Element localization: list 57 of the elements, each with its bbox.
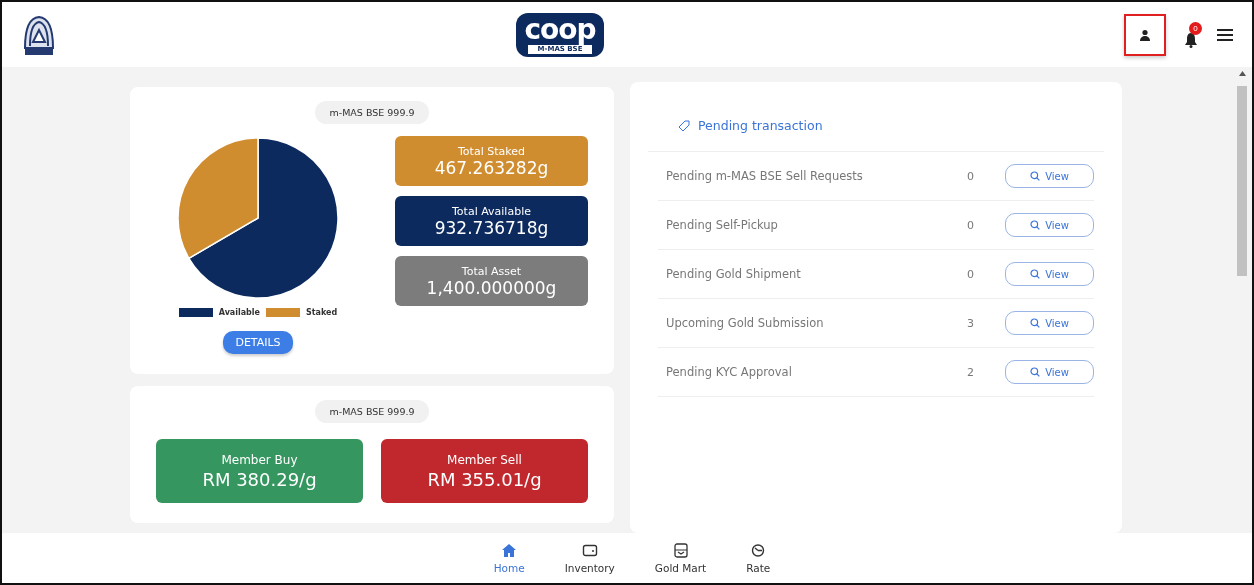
search-icon xyxy=(1030,318,1041,328)
pending-title: Pending transaction xyxy=(698,118,823,133)
person-icon xyxy=(1139,28,1151,41)
total-value: 467.263282g xyxy=(434,157,549,178)
search-icon xyxy=(1030,220,1041,230)
bell-icon xyxy=(1184,31,1198,48)
notification-count: 0 xyxy=(1189,21,1202,35)
profile-button[interactable] xyxy=(1124,13,1166,56)
total-label: Total Staked xyxy=(458,144,525,158)
home-icon xyxy=(501,542,518,558)
details-button[interactable]: DETAILS xyxy=(223,331,293,354)
price-label: Member Buy xyxy=(221,452,298,467)
menu-button[interactable] xyxy=(1216,27,1234,42)
pending-count: 0 xyxy=(967,169,975,183)
scroll-up-icon xyxy=(1238,71,1246,76)
pending-label: Pending KYC Approval xyxy=(666,365,793,379)
search-icon xyxy=(1030,269,1041,279)
pending-label: Upcoming Gold Submission xyxy=(666,316,825,330)
total-label: Total Available xyxy=(452,204,531,218)
nav-tab[interactable]: Home xyxy=(489,533,529,583)
view-button[interactable]: View xyxy=(1005,311,1094,335)
view-button[interactable]: View xyxy=(1005,164,1094,188)
pending-label: Pending Gold Shipment xyxy=(666,267,802,281)
price-value: RM 355.01/g xyxy=(427,468,542,490)
cooperative-logo xyxy=(22,13,56,56)
view-button[interactable]: View xyxy=(1005,213,1094,237)
pending-label: Pending m-MAS BSE Sell Requests xyxy=(666,169,864,183)
legend-swatch xyxy=(266,308,300,317)
total-label: Total Asset xyxy=(461,264,522,278)
pending-label: Pending Self-Pickup xyxy=(666,218,779,232)
total-value: 1,400.000000g xyxy=(426,277,557,298)
legend-label: Staked xyxy=(306,308,338,317)
search-icon xyxy=(1030,171,1041,181)
tag-icon xyxy=(678,119,690,132)
view-button[interactable]: View xyxy=(1005,360,1094,384)
search-icon xyxy=(1030,367,1041,377)
legend-swatch xyxy=(178,308,213,317)
price-value: RM 380.29/g xyxy=(202,468,317,490)
view-button[interactable]: View xyxy=(1005,262,1094,286)
scroll-thumb[interactable] xyxy=(1237,86,1247,276)
pending-count: 0 xyxy=(967,267,975,281)
product-label: m-MAS BSE 999.9 xyxy=(315,101,429,124)
wallet-icon xyxy=(581,542,598,558)
nav-tab[interactable]: Rate xyxy=(742,533,775,583)
pending-count: 3 xyxy=(967,316,975,330)
menu-icon xyxy=(1216,27,1234,42)
nav-tab[interactable]: Inventory xyxy=(560,533,619,583)
price-label: Member Sell xyxy=(447,452,522,467)
tray-icon xyxy=(672,542,689,558)
total-value: 932.736718g xyxy=(434,217,549,238)
gauge-icon xyxy=(750,542,767,558)
notification-button[interactable]: 0 xyxy=(1180,21,1202,48)
pending-count: 2 xyxy=(967,365,975,379)
legend-label: Available xyxy=(218,308,260,317)
nav-tab[interactable]: Gold Mart xyxy=(650,533,711,583)
product-label: m-MAS BSE 999.9 xyxy=(315,400,429,423)
pending-count: 0 xyxy=(967,218,975,232)
